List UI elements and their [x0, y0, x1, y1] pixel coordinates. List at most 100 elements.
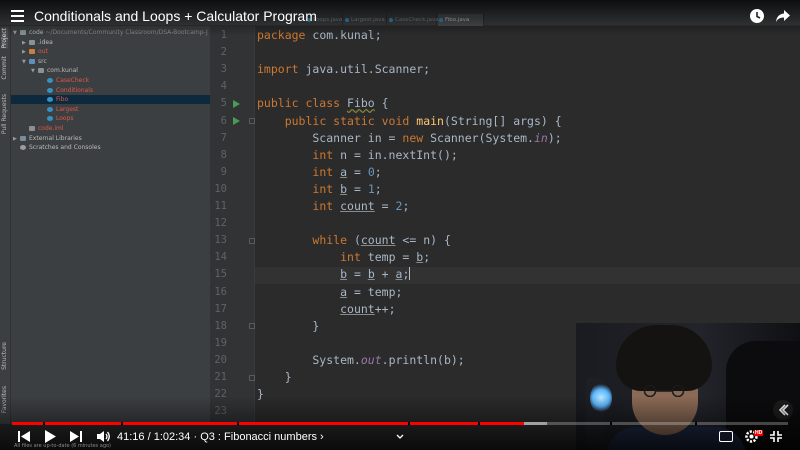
tree-item-label: src — [38, 57, 47, 65]
line-number: 14 — [214, 251, 227, 264]
chapter-marker — [120, 422, 123, 425]
chapter-title[interactable]: Q3 : Fibonacci numbers — [200, 431, 317, 443]
fold-icon[interactable] — [249, 237, 255, 244]
class-icon — [47, 116, 53, 122]
folder-icon — [38, 68, 44, 74]
class-icon — [47, 97, 53, 103]
tree-item[interactable]: ▶ .idea — [11, 38, 210, 47]
line-number: 9 — [220, 165, 227, 178]
tree-item-label: out — [38, 48, 48, 56]
fold-icon[interactable] — [249, 374, 255, 381]
progress-bar[interactable] — [12, 422, 788, 425]
chevron-down-icon[interactable] — [396, 434, 404, 439]
tree-item[interactable]: ▶ External Libraries — [11, 134, 210, 143]
class-icon — [47, 78, 53, 83]
fold-icon[interactable] — [249, 118, 255, 124]
tree-item[interactable]: Fibo — [11, 95, 210, 105]
line-number: 16 — [214, 285, 227, 298]
chapter-marker — [43, 422, 46, 425]
watch-later-icon[interactable] — [749, 8, 765, 24]
chapter-marker — [237, 422, 240, 425]
subtitles-icon[interactable] — [719, 431, 733, 442]
fold-icon[interactable] — [249, 323, 255, 330]
time-chapter-readout: 41:16 / 1:02:34 · Q3 : Fibonacci numbers… — [117, 431, 324, 443]
chapter-marker — [694, 422, 697, 425]
chevron-right-icon[interactable]: › — [320, 431, 324, 443]
code-line[interactable]: count++; — [257, 301, 395, 318]
tree-item[interactable]: CaseCheck — [11, 76, 210, 85]
skip-previous-icon[interactable] — [17, 430, 31, 443]
menu-icon[interactable] — [11, 10, 24, 22]
video-title[interactable]: Conditionals and Loops + Calculator Prog… — [34, 8, 317, 24]
code-line[interactable]: Scanner in = new Scanner(System.in); — [257, 130, 561, 147]
volume-icon[interactable] — [96, 430, 111, 443]
folder-orange-icon — [29, 49, 35, 55]
tool-window-tab-commit[interactable]: Commit — [1, 56, 8, 80]
code-line[interactable]: int count = 2; — [257, 198, 409, 215]
tree-item-label: code.iml — [38, 125, 64, 132]
line-number: 2 — [220, 46, 227, 59]
line-number: 6 — [220, 114, 227, 127]
tree-item[interactable]: ▼ com.kunal — [11, 66, 210, 75]
play-icon[interactable] — [43, 429, 57, 444]
tree-item[interactable]: Conditionals — [11, 86, 210, 95]
ide-status-bar: All files are up-to-date (6 minutes ago) — [14, 443, 111, 449]
tool-window-tab-structure[interactable]: Structure — [1, 342, 8, 370]
skip-next-icon[interactable] — [69, 430, 83, 443]
code-line[interactable]: int n = in.nextInt(); — [257, 147, 457, 164]
run-gutter-icon[interactable] — [233, 117, 240, 125]
fullscreen-icon[interactable] — [769, 430, 783, 443]
tool-window-tab-pull-requests[interactable]: Pull Requests — [1, 94, 8, 134]
chapter-marker — [407, 422, 410, 425]
code-line[interactable]: System.out.println(b); — [257, 352, 464, 369]
tree-item[interactable]: Loops — [11, 114, 210, 123]
tree-item-label: com.kunal — [47, 67, 78, 75]
code-line[interactable]: public static void main(String[] args) { — [257, 113, 562, 130]
webcam-presenter-hair — [616, 325, 712, 391]
code-line[interactable]: int temp = b; — [257, 249, 430, 266]
chapter-marker — [609, 422, 612, 425]
line-number: 7 — [220, 131, 227, 144]
share-icon[interactable] — [775, 9, 791, 23]
project-tree-panel: ▼code ~/Documents/Community Classroom/DS… — [11, 26, 210, 424]
line-number: 8 — [220, 148, 227, 161]
code-line[interactable]: b = b + a; — [257, 266, 411, 283]
code-line[interactable]: } — [257, 318, 319, 335]
code-line[interactable]: a = temp; — [257, 284, 402, 301]
iml-icon — [29, 126, 35, 131]
chapter-marker — [477, 422, 480, 425]
code-line[interactable]: int a = 0; — [257, 164, 381, 181]
code-line[interactable]: while (count <= n) { — [257, 232, 451, 249]
progress-played — [12, 422, 525, 425]
run-gutter-icon[interactable] — [233, 99, 240, 108]
tree-item[interactable]: code.iml — [11, 124, 210, 133]
line-number: 11 — [214, 200, 227, 212]
line-number: 21 — [214, 371, 227, 383]
folder-blue-icon — [29, 58, 35, 64]
tool-window-rail: ProjectCommitPull RequestsStructureFavor… — [0, 26, 11, 424]
code-line[interactable]: int b = 1; — [257, 181, 381, 198]
lib-icon — [20, 135, 26, 141]
code-line[interactable]: import java.util.Scanner; — [257, 61, 430, 78]
line-number: 3 — [220, 63, 227, 76]
tree-item-label: External Libraries — [29, 134, 82, 142]
tree-item-label: .idea — [38, 38, 53, 46]
tree-item[interactable]: ▶ out — [11, 47, 210, 56]
code-line[interactable]: } — [257, 369, 292, 386]
tree-item-label: Conditionals — [56, 86, 94, 94]
class-icon — [47, 106, 53, 112]
line-number: 5 — [220, 97, 227, 110]
hd-badge: HD — [754, 430, 764, 436]
scratch-icon — [20, 145, 26, 151]
line-number: 10 — [214, 182, 227, 195]
tree-item[interactable]: ▼ src — [11, 57, 210, 66]
tree-item-label: Largest — [56, 105, 79, 113]
tree-item[interactable]: Largest — [11, 105, 210, 114]
tree-item-label: Loops — [56, 115, 74, 123]
code-line[interactable]: public class Fibo { — [257, 95, 389, 112]
line-number: 13 — [214, 234, 227, 247]
line-number: 4 — [220, 80, 227, 93]
tree-item-label: CaseCheck — [56, 77, 90, 84]
tree-item[interactable]: Scratches and Consoles — [11, 143, 210, 152]
class-icon — [47, 87, 53, 93]
